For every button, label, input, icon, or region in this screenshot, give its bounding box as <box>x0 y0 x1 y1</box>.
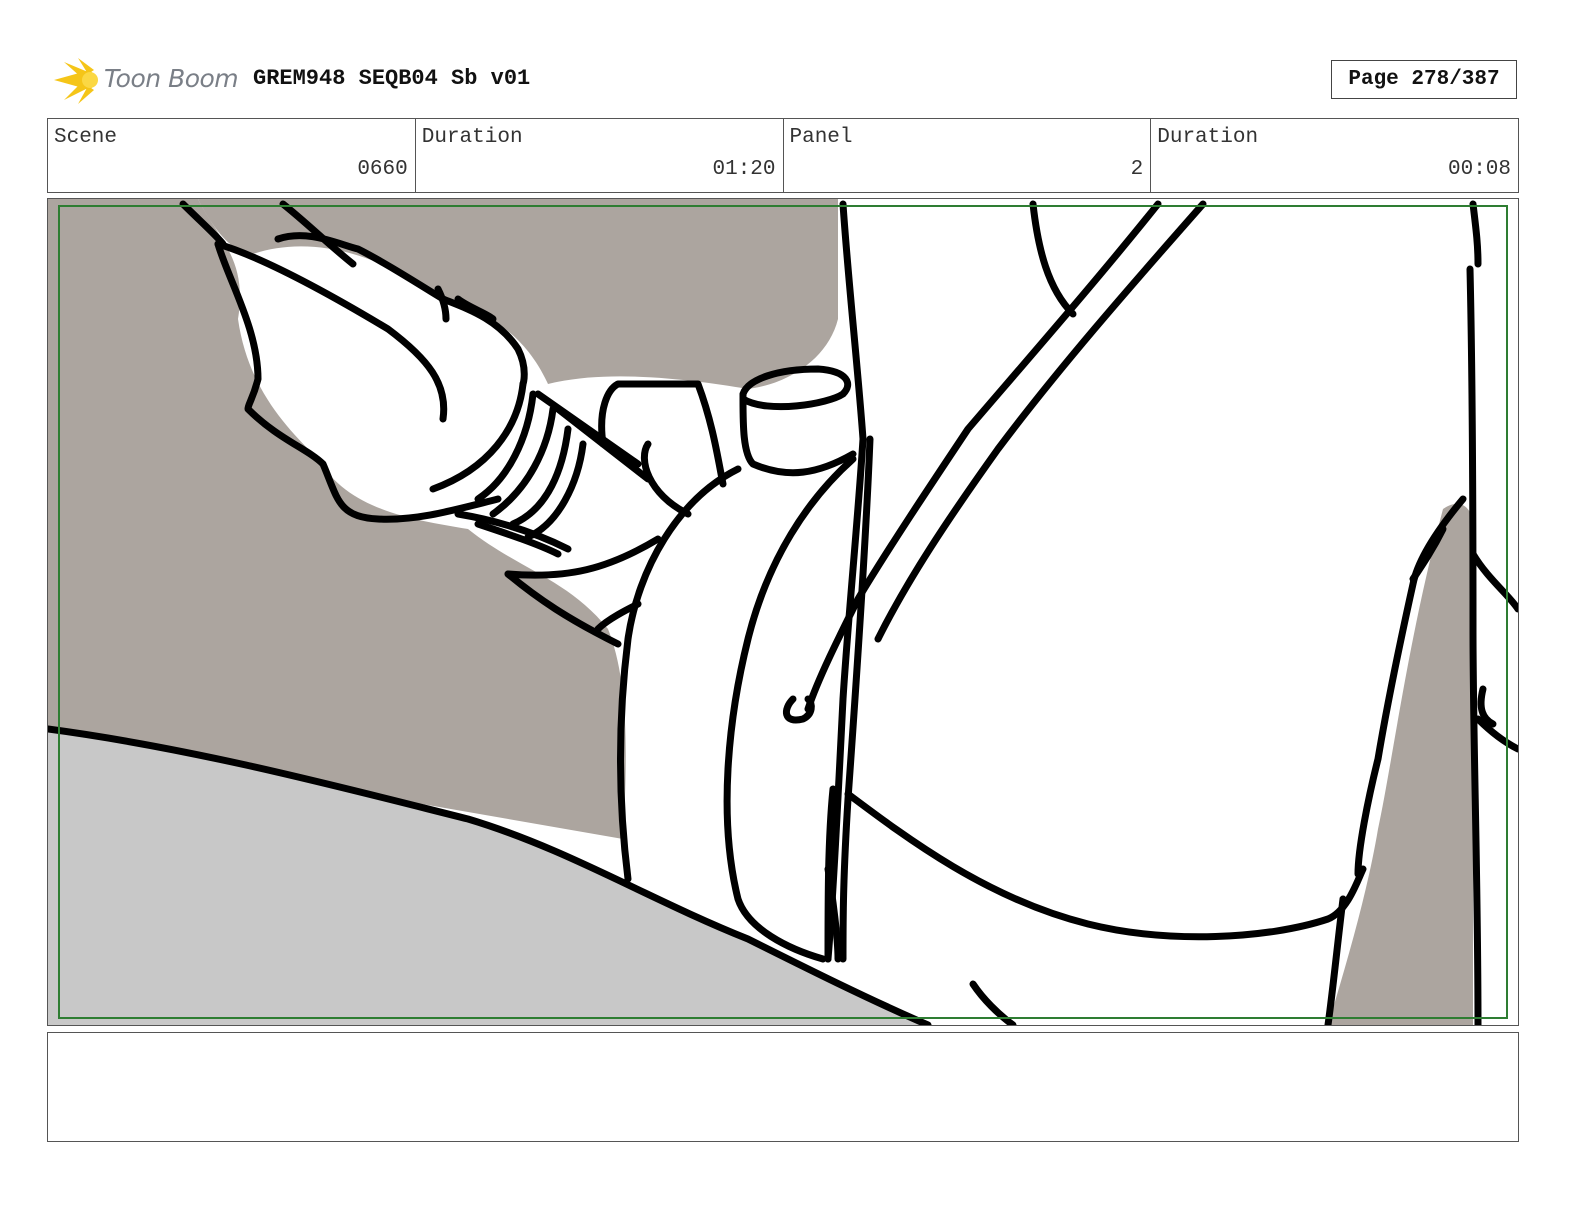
panel-sketch-image <box>48 199 1518 1025</box>
panel-duration-cell: Duration 00:08 <box>1150 119 1518 192</box>
scene-duration-cell: Duration 01:20 <box>414 119 783 192</box>
scene-info-table: Scene 0660 Duration 01:20 Panel 2 Durati… <box>47 118 1519 193</box>
panel-cell: Panel 2 <box>782 119 1151 192</box>
scene-label: Scene <box>54 126 118 149</box>
panel-label: Panel <box>789 126 853 149</box>
panel-duration-value: 00:08 <box>1447 158 1511 181</box>
scene-duration-label: Duration <box>421 126 523 149</box>
logo-text: Toon Boom <box>104 64 239 93</box>
page-number: Page 278/387 <box>1331 60 1517 99</box>
document-title: GREM948 SEQB04 Sb v01 <box>253 66 531 91</box>
panel-duration-label: Duration <box>1157 126 1259 149</box>
scene-cell: Scene 0660 <box>48 119 415 192</box>
scene-duration-value: 01:20 <box>712 158 776 181</box>
storyboard-panel <box>47 198 1519 1026</box>
scene-value: 0660 <box>357 158 408 181</box>
panel-notes-area <box>47 1032 1519 1142</box>
panel-value: 2 <box>1130 158 1144 181</box>
